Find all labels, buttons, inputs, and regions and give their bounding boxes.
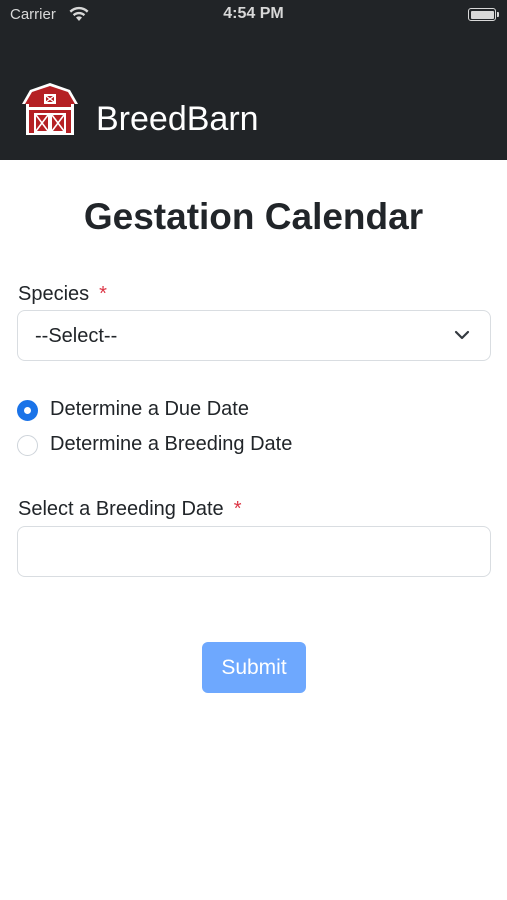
- page-title: Gestation Calendar: [83, 196, 424, 237]
- brand-name: BreedBarn: [96, 100, 259, 138]
- radio-breeding-date-label: Determine a Breeding Date: [50, 433, 293, 455]
- submit-button[interactable]: Submit: [202, 642, 306, 693]
- radio-due-date-label: Determine a Due Date: [50, 398, 249, 420]
- breeding-date-label-text: Select a Breeding Date: [18, 498, 224, 520]
- species-label-text: Species: [18, 283, 90, 305]
- required-asterisk: *: [99, 283, 107, 305]
- required-asterisk: *: [233, 498, 242, 520]
- barn-icon: [22, 83, 78, 135]
- species-select-value: --Select--: [35, 325, 118, 347]
- battery-icon: [468, 8, 499, 21]
- status-bar: Carrier 4:54 PM: [0, 0, 507, 30]
- radio-button-unselected[interactable]: [17, 435, 38, 456]
- species-select[interactable]: --Select--: [17, 310, 491, 361]
- app-header: Carrier 4:54 PM BreedBarn: [0, 0, 507, 160]
- species-label: Species *: [18, 283, 107, 306]
- breeding-date-label: Select a Breeding Date *: [18, 498, 241, 521]
- chevron-down-icon: [454, 330, 470, 340]
- breeding-date-input[interactable]: [17, 526, 491, 577]
- clock: 4:54 PM: [223, 5, 284, 22]
- radio-button-selected[interactable]: [17, 400, 38, 421]
